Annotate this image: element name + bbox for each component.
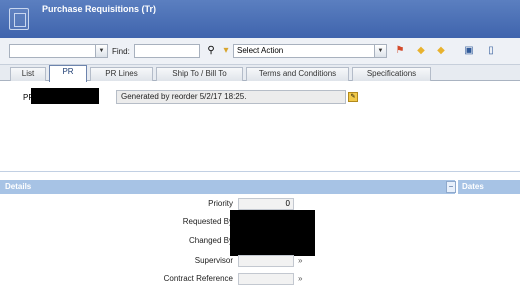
requested-by-label: Requested By — [182, 217, 233, 226]
copy-icon[interactable]: ▯ — [484, 44, 498, 58]
tab-specifications[interactable]: Specifications — [352, 67, 431, 81]
next-icon[interactable]: ◆ — [434, 44, 448, 58]
save-icon[interactable]: ▣ — [462, 44, 476, 58]
action-icon[interactable]: ⚑ — [393, 44, 407, 58]
section-divider — [0, 171, 520, 172]
previous-icon[interactable]: ◆ — [414, 44, 428, 58]
supervisor-field[interactable] — [238, 255, 294, 267]
details-title: Details — [5, 182, 32, 191]
toolbar: ▼ Find: ⚲ ▾ Select Action ▼ ⚑ ◆ ◆ ▣ ▯ — [0, 38, 520, 65]
pr-number-redacted — [31, 88, 99, 104]
chevron-down-icon[interactable]: ▼ — [95, 45, 107, 57]
priority-label: Priority — [208, 199, 233, 208]
supervisor-label: Supervisor — [194, 256, 233, 265]
tab-list[interactable]: List — [10, 67, 46, 81]
changed-by-label: Changed By — [188, 236, 233, 245]
app-title: Purchase Requisitions (Tr) — [42, 4, 157, 14]
tab-terms-and-conditions[interactable]: Terms and Conditions — [246, 67, 349, 81]
chevron-down-icon[interactable]: ▼ — [374, 45, 386, 57]
find-input[interactable] — [134, 44, 200, 58]
document-icon — [9, 8, 29, 30]
filter-icon[interactable]: ▾ — [219, 44, 233, 58]
dates-section-header: Dates — [458, 180, 520, 194]
note-icon[interactable]: ✎ — [348, 92, 358, 102]
title-bar: Purchase Requisitions (Tr) — [0, 0, 520, 38]
tab-strip: List PR PR Lines Ship To / Bill To Terms… — [0, 65, 520, 82]
details-section-header: Details — [0, 180, 455, 194]
contract-reference-field[interactable] — [238, 273, 294, 285]
description-field[interactable]: Generated by reorder 5/2/17 18:25. — [116, 90, 346, 104]
contract-reference-label: Contract Reference — [163, 274, 233, 283]
lookup-icon[interactable]: » — [298, 256, 302, 265]
binoculars-icon[interactable]: ⚲ — [204, 44, 218, 58]
collapse-icon[interactable]: − — [446, 181, 456, 193]
priority-field[interactable]: 0 — [238, 198, 294, 210]
select-action-value: Select Action — [237, 46, 284, 55]
tab-pr-lines[interactable]: PR Lines — [90, 67, 153, 81]
tab-ship-to-bill-to[interactable]: Ship To / Bill To — [156, 67, 243, 81]
dates-title: Dates — [462, 182, 484, 191]
lookup-icon[interactable]: » — [298, 274, 302, 283]
select-action-dropdown[interactable]: Select Action ▼ — [233, 44, 387, 58]
record-dropdown[interactable]: ▼ — [9, 44, 108, 58]
find-label: Find: — [112, 47, 130, 56]
tab-pr[interactable]: PR — [49, 65, 87, 82]
redacted-block — [230, 210, 315, 256]
